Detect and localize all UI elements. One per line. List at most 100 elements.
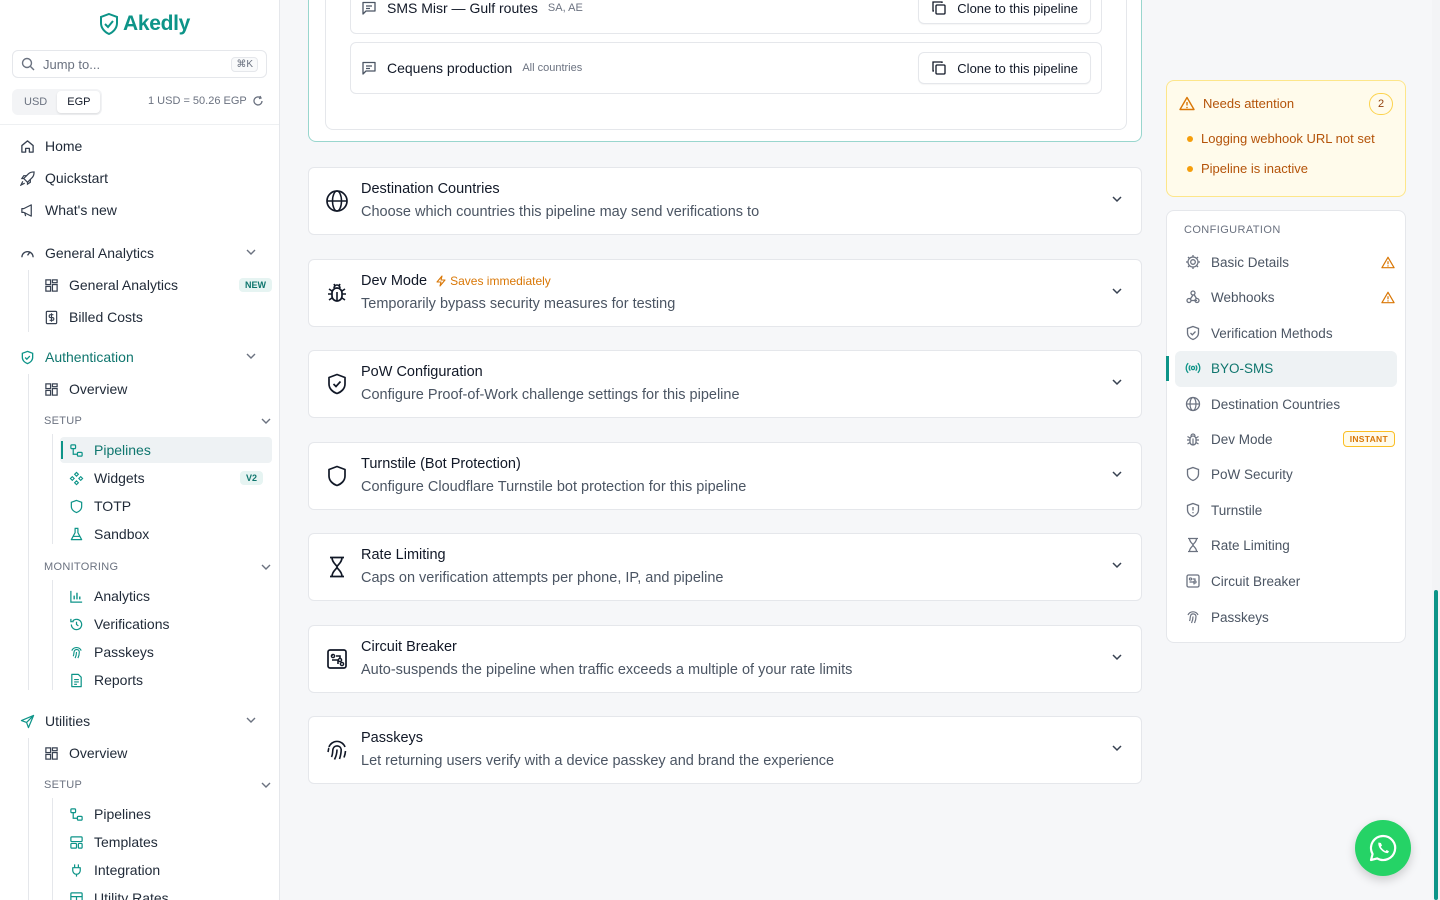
accordion-destination-countries[interactable]: Destination Countries Choose which count…: [308, 167, 1142, 235]
clone-to-pipeline-button[interactable]: Clone to this pipeline: [918, 52, 1091, 84]
config-nav-basic-details[interactable]: Basic Details: [1185, 252, 1395, 272]
tree-line: [28, 738, 29, 900]
clone-to-pipeline-button[interactable]: Clone to this pipeline: [918, 0, 1091, 24]
nav-widgets-label: Widgets: [94, 470, 145, 486]
configuration-heading: CONFIGURATION: [1184, 224, 1281, 236]
currency-egp-button[interactable]: EGP: [57, 91, 101, 113]
nav-billed-costs[interactable]: Billed Costs: [44, 306, 143, 328]
nav-totp[interactable]: TOTP: [69, 495, 131, 517]
config-nav-verification-methods[interactable]: Verification Methods: [1185, 323, 1395, 343]
section-subtitle: Configure Cloudflare Turnstile bot prote…: [361, 479, 747, 495]
jump-to-search[interactable]: Jump to... ⌘K: [12, 50, 267, 78]
attention-item[interactable]: Pipeline is inactive: [1187, 161, 1308, 176]
nav-whats-new[interactable]: What's new: [20, 199, 117, 221]
nav-integration[interactable]: Integration: [69, 859, 160, 881]
config-nav-destination-countries[interactable]: Destination Countries: [1185, 394, 1395, 414]
logo[interactable]: Akedly: [99, 12, 190, 36]
chevron-down-icon[interactable]: [260, 781, 272, 789]
shield-icon: [328, 465, 346, 487]
instant-badge: INSTANT: [1342, 431, 1395, 447]
nav-templates[interactable]: Templates: [69, 831, 158, 853]
config-nav-label: Dev Mode: [1211, 431, 1273, 447]
send-icon: [20, 714, 35, 728]
copy-icon: [932, 1, 946, 15]
section-title-text: Destination Countries: [361, 181, 500, 197]
history-icon: [70, 618, 83, 630]
chevron-down-icon[interactable]: [245, 352, 257, 360]
accordion-passkeys[interactable]: Passkeys Let returning users verify with…: [308, 716, 1142, 784]
warning-triangle-icon: [1179, 96, 1195, 111]
config-nav-byo-sms[interactable]: BYO-SMS: [1185, 358, 1395, 378]
config-nav-turnstile[interactable]: Turnstile: [1185, 500, 1395, 520]
config-nav-label: Webhooks: [1211, 289, 1275, 305]
bar-chart-icon: [70, 590, 83, 603]
chevron-down-icon[interactable]: [245, 716, 257, 724]
accordion-circuit-breaker[interactable]: Circuit Breaker Auto-suspends the pipeli…: [308, 625, 1142, 693]
attention-item[interactable]: Logging webhook URL not set: [1187, 131, 1375, 146]
section-title: Turnstile (Bot Protection): [361, 456, 521, 472]
tree-line: [52, 580, 53, 690]
section-title: PoW Configuration: [361, 364, 483, 380]
fingerprint-icon: [1187, 611, 1199, 624]
accordion-dev-mode[interactable]: Dev Mode Saves immediately Temporarily b…: [308, 259, 1142, 327]
bullet-dot: [1187, 165, 1193, 172]
nav-templates-label: Templates: [94, 834, 158, 850]
nav-utilities-overview-label: Overview: [69, 745, 128, 761]
currency-usd-button[interactable]: USD: [14, 91, 57, 113]
nav-auth-pipelines[interactable]: Pipelines: [69, 439, 151, 461]
config-nav-pow-security[interactable]: PoW Security: [1185, 464, 1395, 484]
chevron-down-icon[interactable]: [260, 417, 272, 425]
config-nav-rate-limiting[interactable]: Rate Limiting: [1185, 535, 1395, 555]
accordion-turnstile[interactable]: Turnstile (Bot Protection) Configure Clo…: [308, 442, 1142, 510]
page-scrollbar-thumb[interactable]: [1434, 590, 1438, 900]
config-nav-label: Verification Methods: [1211, 325, 1333, 341]
config-nav-webhooks[interactable]: Webhooks: [1185, 287, 1395, 307]
whatsapp-chat-button[interactable]: [1355, 820, 1411, 876]
section-utilities[interactable]: Utilities: [20, 710, 90, 732]
config-nav-circuit-breaker[interactable]: Circuit Breaker: [1185, 571, 1395, 591]
section-title-text: Circuit Breaker: [361, 639, 457, 655]
config-nav-dev-mode[interactable]: Dev Mode INSTANT: [1185, 429, 1395, 449]
refresh-icon[interactable]: [252, 95, 264, 107]
shield-check-icon: [1186, 325, 1200, 341]
chevron-down-icon[interactable]: [245, 248, 257, 256]
nav-quickstart[interactable]: Quickstart: [20, 167, 108, 189]
chevron-down-icon[interactable]: [260, 563, 272, 571]
accordion-rate-limiting[interactable]: Rate Limiting Caps on verification attem…: [308, 533, 1142, 601]
currency-toggle: USD EGP: [12, 89, 103, 115]
chevron-down-icon: [1112, 745, 1122, 752]
section-general-analytics[interactable]: General Analytics: [20, 242, 154, 264]
needs-attention-title: Needs attention: [1203, 96, 1295, 111]
nav-reports[interactable]: Reports: [69, 669, 143, 691]
routes-list: SMS Misr — Gulf routes SA, AE Clone to t…: [325, 0, 1127, 130]
nav-sandbox[interactable]: Sandbox: [69, 523, 149, 545]
nav-widgets[interactable]: Widgets: [69, 467, 145, 489]
nav-auth-pipelines-label: Pipelines: [94, 442, 151, 458]
nav-home[interactable]: Home: [20, 135, 82, 157]
nav-verifications[interactable]: Verifications: [69, 613, 169, 635]
configuration-nav: CONFIGURATION Basic Details Webhooks Ver…: [1166, 210, 1406, 643]
hourglass-icon: [330, 556, 344, 578]
nav-auth-overview[interactable]: Overview: [44, 378, 127, 400]
nav-analytics[interactable]: Analytics: [69, 585, 150, 607]
zap-icon: [436, 275, 446, 287]
nav-general-analytics[interactable]: General Analytics: [44, 274, 178, 296]
nav-utility-rates[interactable]: Utility Rates: [69, 887, 169, 900]
search-placeholder: Jump to...: [43, 56, 101, 72]
layout-template-icon: [70, 835, 83, 849]
nav-utilities-pipelines[interactable]: Pipelines: [69, 803, 151, 825]
attention-count-badge: 2: [1369, 93, 1393, 115]
config-nav-passkeys[interactable]: Passkeys: [1185, 607, 1395, 627]
plug-icon: [72, 863, 81, 877]
section-title-text: PoW Configuration: [361, 364, 483, 380]
warning-triangle-icon: [1381, 291, 1395, 303]
whatsapp-icon: [1369, 834, 1397, 862]
section-authentication[interactable]: Authentication: [20, 346, 134, 368]
nav-billed-costs-label: Billed Costs: [69, 309, 143, 325]
main-content: SMS Misr — Gulf routes SA, AE Clone to t…: [280, 0, 1160, 900]
nav-passkeys[interactable]: Passkeys: [69, 641, 154, 663]
accordion-pow-configuration[interactable]: PoW Configuration Configure Proof-of-Wor…: [308, 350, 1142, 418]
bug-icon: [1187, 433, 1199, 446]
nav-utilities-overview[interactable]: Overview: [44, 742, 127, 764]
flask-icon: [70, 527, 83, 540]
